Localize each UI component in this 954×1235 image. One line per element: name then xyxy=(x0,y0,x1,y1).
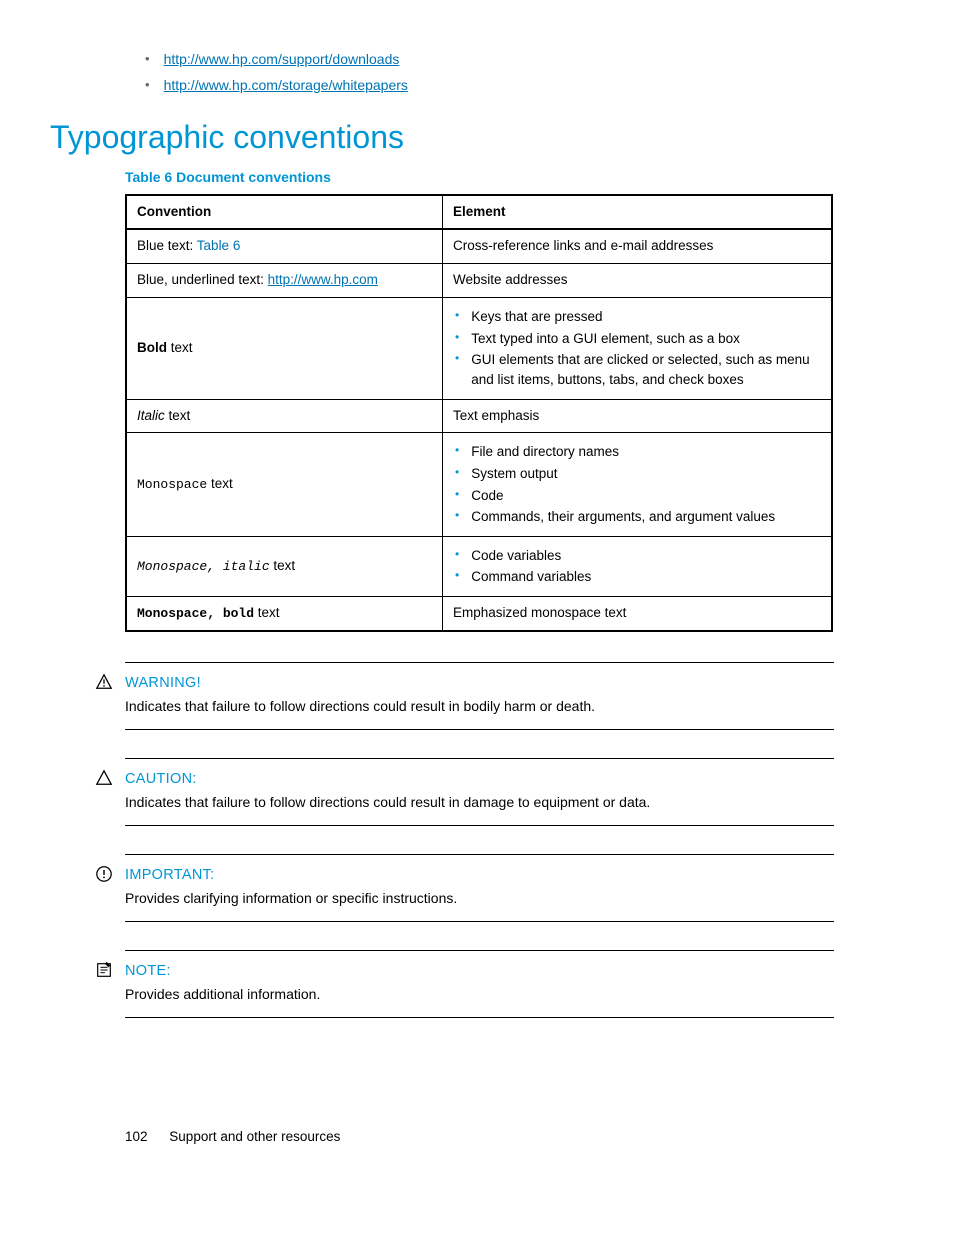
bullet-icon: • xyxy=(145,76,150,94)
important-title: IMPORTANT: xyxy=(125,865,834,885)
list-item: Code variables xyxy=(471,546,561,566)
mono-sample: Monospace xyxy=(137,477,207,492)
cell-text: text xyxy=(165,408,191,423)
warning-body: Indicates that failure to follow directi… xyxy=(125,697,834,717)
bullet-icon: • xyxy=(455,464,459,481)
cell-text: Blue text: xyxy=(137,238,197,253)
note-title: NOTE: xyxy=(125,961,834,981)
caution-callout: CAUTION: Indicates that failure to follo… xyxy=(125,758,834,826)
bullet-icon: • xyxy=(455,307,459,324)
list-item: Keys that are pressed xyxy=(471,307,602,327)
cell-text: Emphasized monospace text xyxy=(443,596,833,631)
link-downloads[interactable]: http://www.hp.com/support/downloads xyxy=(164,50,400,70)
warning-callout: WARNING! Indicates that failure to follo… xyxy=(125,662,834,730)
cell-text: Blue, underlined text: xyxy=(137,272,268,287)
note-callout: NOTE: Provides additional information. xyxy=(125,950,834,1018)
bullet-icon: • xyxy=(145,50,150,68)
caution-icon xyxy=(95,769,113,787)
warning-icon xyxy=(95,673,113,691)
table-row: Bold text • Keys that are pressed • Text t… xyxy=(126,298,832,399)
table-caption: Table 6 Document conventions xyxy=(125,168,894,188)
italic-sample: Italic xyxy=(137,408,165,423)
note-icon xyxy=(95,961,113,979)
list-item: Text typed into a GUI element, such as a… xyxy=(471,329,740,349)
link-whitepapers[interactable]: http://www.hp.com/storage/whitepapers xyxy=(164,76,408,96)
bullet-icon: • xyxy=(455,567,459,584)
list-item: System output xyxy=(471,464,557,484)
list-item: File and directory names xyxy=(471,442,619,462)
bullet-icon: • xyxy=(455,350,459,367)
table-row: Blue, underlined text: http://www.hp.com… xyxy=(126,264,832,298)
bullet-icon: • xyxy=(455,486,459,503)
table-row: Monospace text • File and directory names… xyxy=(126,433,832,536)
th-element: Element xyxy=(443,195,833,230)
bullet-icon: • xyxy=(455,546,459,563)
bullet-icon: • xyxy=(455,442,459,459)
link-hp[interactable]: http://www.hp.com xyxy=(268,272,378,287)
footer: 102 Support and other resources xyxy=(125,1128,894,1147)
th-convention: Convention xyxy=(126,195,443,230)
note-body: Provides additional information. xyxy=(125,985,834,1005)
cell-text: Text emphasis xyxy=(443,399,833,433)
bold-sample: Bold xyxy=(137,340,167,355)
caution-title: CAUTION: xyxy=(125,769,834,789)
list-item: Command variables xyxy=(471,567,591,587)
cell-text: Website addresses xyxy=(443,264,833,298)
important-icon xyxy=(95,865,113,883)
table-row: Monospace, bold text Emphasized monospac… xyxy=(126,596,832,631)
list-item: GUI elements that are clicked or selecte… xyxy=(471,350,821,389)
bullet-icon: • xyxy=(455,507,459,524)
page-title: Typographic conventions xyxy=(50,115,894,160)
important-body: Provides clarifying information or speci… xyxy=(125,889,834,909)
cell-text: Cross-reference links and e-mail address… xyxy=(443,229,833,263)
table-row: Monospace, italic text • Code variables •… xyxy=(126,536,832,596)
cell-text: text xyxy=(270,558,296,573)
page-number: 102 xyxy=(125,1129,148,1144)
cell-text: text xyxy=(167,340,193,355)
mono-italic-sample: Monospace, italic xyxy=(137,559,270,574)
important-callout: IMPORTANT: Provides clarifying informati… xyxy=(125,854,834,922)
conventions-table: Convention Element Blue text: Table 6 Cr… xyxy=(125,194,833,632)
top-links: • http://www.hp.com/support/downloads • … xyxy=(145,50,894,95)
cell-list: • Code variables • Command variables xyxy=(453,546,821,587)
table-row: Italic text Text emphasis xyxy=(126,399,832,433)
list-item: Code xyxy=(471,486,503,506)
cell-text: text xyxy=(207,476,233,491)
cell-text: text xyxy=(254,605,280,620)
mono-bold-sample: Monospace, bold xyxy=(137,606,254,621)
list-item: Commands, their arguments, and argument … xyxy=(471,507,775,527)
link-table6[interactable]: Table 6 xyxy=(197,238,241,253)
table-row: Blue text: Table 6 Cross-reference links… xyxy=(126,229,832,263)
footer-section: Support and other resources xyxy=(169,1129,340,1144)
caution-body: Indicates that failure to follow directi… xyxy=(125,793,834,813)
bullet-icon: • xyxy=(455,329,459,346)
cell-list: • Keys that are pressed • Text typed into … xyxy=(453,307,821,389)
cell-list: • File and directory names • System output… xyxy=(453,442,821,526)
warning-title: WARNING! xyxy=(125,673,834,693)
